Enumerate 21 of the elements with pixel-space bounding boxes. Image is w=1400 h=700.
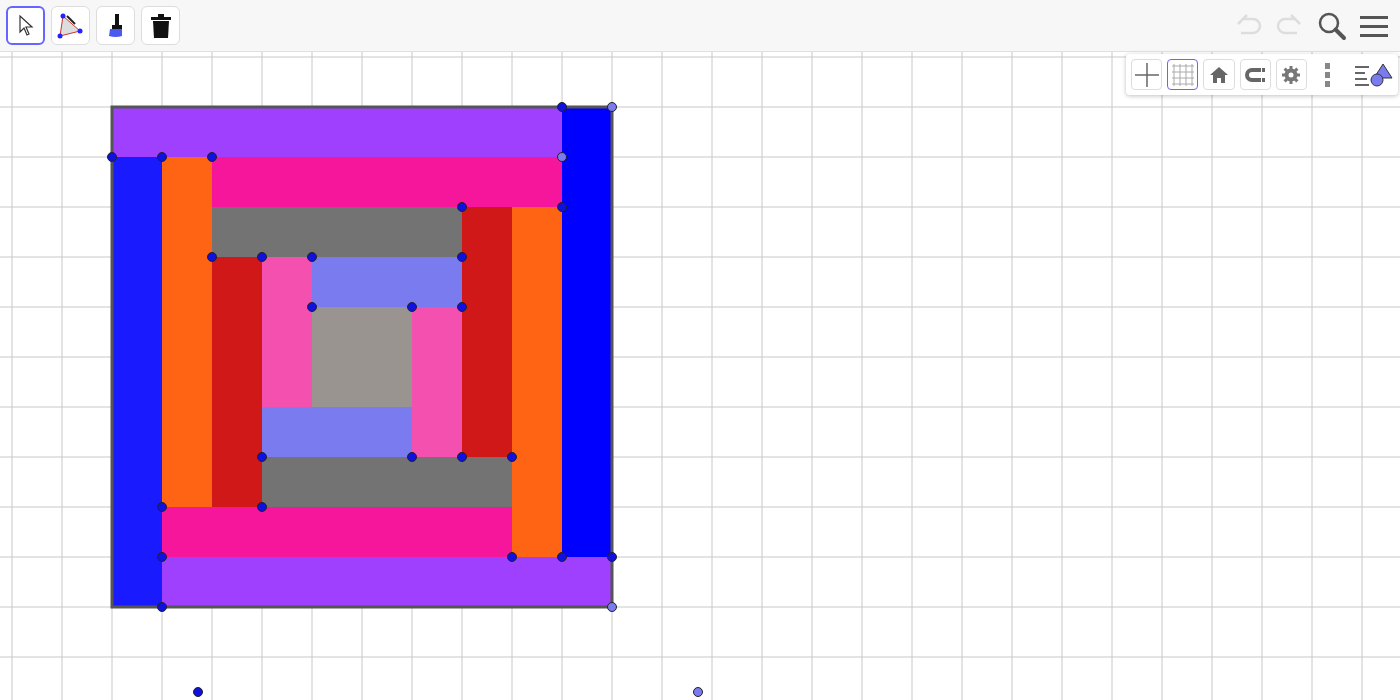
gear-icon [1282, 65, 1301, 84]
point[interactable] [607, 102, 617, 112]
point[interactable] [157, 602, 167, 612]
triangle-icon [56, 11, 85, 40]
more-icon [1325, 62, 1332, 87]
trash-icon [150, 13, 171, 38]
point[interactable] [107, 152, 117, 162]
home-button[interactable] [1203, 59, 1235, 90]
magnet-icon [1243, 65, 1268, 84]
settings-button[interactable] [1275, 59, 1307, 90]
tool-button[interactable] [6, 6, 45, 45]
point[interactable] [193, 687, 203, 697]
point[interactable] [607, 552, 617, 562]
home-icon [1208, 65, 1229, 84]
axes-toggle[interactable] [1131, 59, 1163, 90]
grid-toggle[interactable] [1167, 59, 1199, 90]
magnet-button[interactable] [1239, 59, 1271, 90]
arrow-cursor-icon [17, 14, 34, 37]
point[interactable] [557, 102, 567, 112]
point[interactable] [693, 687, 703, 697]
point[interactable] [607, 602, 617, 612]
